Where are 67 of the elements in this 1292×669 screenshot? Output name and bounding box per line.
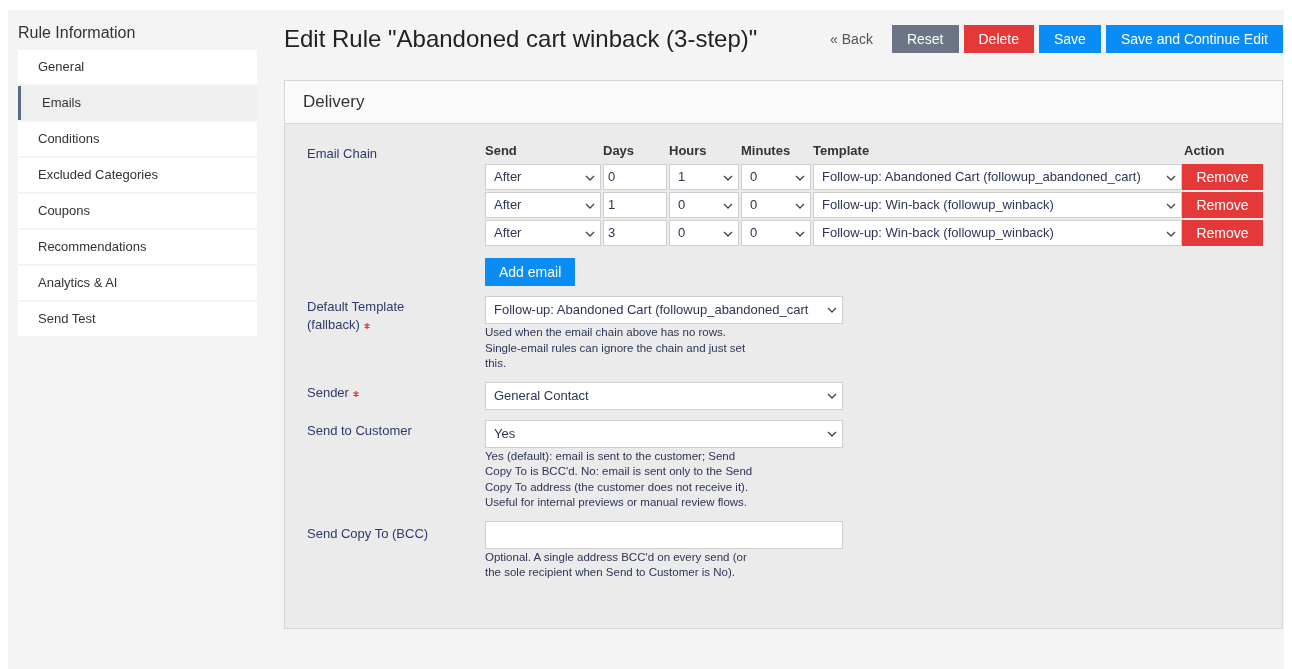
- column-header: Send: [485, 141, 518, 160]
- field-label: Sender: [307, 381, 485, 410]
- chevron-icon: [585, 203, 595, 209]
- chevron-icon: [585, 231, 595, 237]
- chevron-icon: [795, 231, 805, 237]
- dropdown[interactable]: After: [485, 192, 601, 218]
- chevron-icon: [795, 175, 805, 181]
- dropdown[interactable]: 0: [741, 220, 811, 246]
- text-field[interactable]: [485, 520, 843, 549]
- column-header: Template: [813, 141, 871, 160]
- remove-button[interactable]: Remove: [1182, 192, 1263, 218]
- required-icon: [363, 323, 370, 329]
- sidebar-item[interactable]: Emails: [18, 86, 257, 120]
- dropdown[interactable]: After: [485, 164, 601, 190]
- dropdown[interactable]: After: [485, 220, 601, 246]
- dropdown[interactable]: Yes: [485, 419, 843, 448]
- page-title: Edit Rule "Abandoned cart winback (3-step)": [284, 24, 758, 54]
- sidebar-item[interactable]: Excluded Categories: [18, 158, 257, 192]
- remove-button[interactable]: Remove: [1182, 164, 1263, 190]
- chevron-icon: [795, 203, 805, 209]
- help-text: Used when the email chain above has no rows. Single-email rules can ignore the chain and just set this.: [485, 325, 747, 371]
- chevron-icon: [723, 175, 733, 181]
- column-header: Days: [603, 141, 636, 160]
- chevron-icon: [827, 392, 837, 399]
- chevron-icon: [1166, 203, 1176, 209]
- back-link[interactable]: « Back: [830, 28, 873, 50]
- sidebar-item[interactable]: Conditions: [18, 122, 257, 156]
- dropdown[interactable]: Follow-up: Win-back (followup_winback): [813, 192, 1182, 218]
- dropdown[interactable]: Follow-up: Abandoned Cart (followup_abandoned_cart: [485, 296, 843, 324]
- sidebar-item[interactable]: Send Test: [18, 302, 257, 336]
- dropdown[interactable]: 0: [669, 192, 739, 218]
- chevron-icon: [585, 175, 595, 181]
- dropdown[interactable]: Follow-up: Win-back (followup_winback): [813, 220, 1182, 246]
- remove-button[interactable]: Remove: [1182, 220, 1263, 246]
- chevron-icon: [1166, 231, 1176, 237]
- dropdown[interactable]: 0: [741, 164, 811, 190]
- help-text: Yes (default): email is sent to the customer; Send Copy To is BCC'd. No: email is sent only to the Send Copy To address (the customer does not receive it). Useful for internal previews or manual review flows.: [485, 448, 754, 510]
- dropdown[interactable]: 0: [741, 192, 811, 218]
- number-field[interactable]: 1: [603, 192, 667, 218]
- chevron-icon: [723, 231, 733, 237]
- number-field[interactable]: 3: [603, 220, 667, 246]
- action-button[interactable]: Delete: [963, 25, 1034, 53]
- dropdown[interactable]: 0: [669, 220, 739, 246]
- required-icon: [352, 390, 359, 397]
- dropdown[interactable]: General Contact: [485, 381, 843, 410]
- chevron-icon: [827, 430, 837, 437]
- panel-title: Delivery: [303, 91, 365, 114]
- sidebar-item[interactable]: Analytics & AI: [18, 266, 257, 300]
- field-label: Send to Customer: [307, 421, 413, 440]
- sidebar-item[interactable]: General: [18, 50, 257, 84]
- chevron-icon: [827, 307, 837, 313]
- field-label: Email Chain: [307, 145, 379, 163]
- help-text: Optional. A single address BCC'd on every send (or the sole recipient when Send to Customer is No).: [485, 549, 748, 580]
- column-header: Hours: [669, 141, 708, 160]
- action-button[interactable]: Reset: [891, 25, 959, 53]
- number-field[interactable]: 0: [603, 164, 667, 190]
- sidebar-item[interactable]: Recommendations: [18, 230, 257, 264]
- sidebar-item[interactable]: Coupons: [18, 194, 257, 228]
- chevron-icon: [1166, 175, 1176, 181]
- sidebar-title: Rule Information: [18, 23, 137, 43]
- field-label: Default Template (fallback): [307, 298, 406, 334]
- column-header: Action: [1184, 141, 1226, 160]
- column-header: Minutes: [741, 141, 792, 160]
- dropdown[interactable]: Follow-up: Abandoned Cart (followup_abandoned_cart): [813, 164, 1182, 190]
- chevron-icon: [723, 203, 733, 209]
- dropdown[interactable]: 1: [669, 164, 739, 190]
- field-label: Send Copy To (BCC): [307, 524, 430, 543]
